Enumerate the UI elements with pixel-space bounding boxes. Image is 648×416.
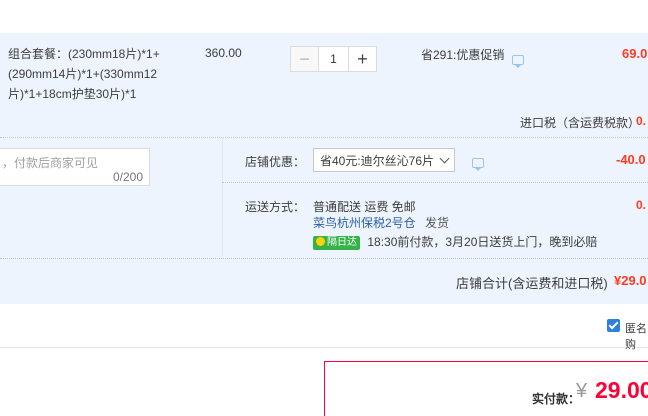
anonymous-checkbox[interactable] [607,319,620,332]
discount-value: -40.0 [616,152,646,167]
item-subtotal: 69.0 [622,46,648,61]
payment-summary: 实付款： ¥ 29.00 [324,361,648,416]
anonymous-divider [0,347,648,348]
promo-info: 省291:优惠促销 [421,46,525,68]
discount-select[interactable]: 省40元:迪尔丝沁76片 [313,148,455,172]
warehouse-name: 菜鸟杭州保税2号仓 [313,216,416,230]
warehouse-suffix: 发货 [425,216,450,230]
message-to-seller-input[interactable]: ，付款后商家可见 0/200 [0,148,150,186]
warehouse-info: 菜鸟杭州保税2号仓 发货 [313,214,449,231]
shop-total-divider [0,258,648,259]
promo-text: 省291:优惠促销 [421,48,505,62]
quantity-stepper[interactable]: − + [290,46,377,72]
anonymous-label: 匿名购 [625,323,647,351]
lightning-icon [316,236,325,246]
shop-total-value: ¥29.0 [614,273,647,288]
payment-label: 实付款： [532,392,581,406]
delivery-note: 18:30前付款，3月20日送货上门，晚到必赔 [367,235,598,249]
shop-column-divider [222,138,223,258]
discount-label: 店铺优惠： [245,155,306,169]
chevron-down-icon [439,153,450,164]
import-tax-value: 0. [636,114,647,128]
payment-currency: ¥ [576,380,588,402]
shipping-value: 0. [636,198,647,212]
import-tax-label: 进口税（含运费税款） [520,116,641,130]
item-spec: 组合套餐：(230mm18片)*1+(290mm14片)*1+(330mm12片… [8,47,160,101]
item-unit-price: 360.00 [205,46,242,60]
shop-total-label: 店铺合计(含运费和进口税) [456,276,608,291]
shipping-label: 运送方式： [245,200,306,214]
badge-text: 隔日达 [327,236,357,248]
discount-selected-value: 省40元:迪尔丝沁76片 [320,153,435,168]
increase-quantity-button[interactable]: + [349,47,376,71]
message-placeholder: ，付款后商家可见 [2,156,99,170]
message-count: 0/200 [112,170,143,184]
payment-amount: 29.00 [595,377,648,403]
decrease-quantity-button[interactable]: − [291,47,318,71]
chat-icon[interactable] [512,54,525,68]
quantity-input[interactable] [318,47,349,71]
next-day-badge: 隔日达 [313,235,360,250]
shipping-method: 普通配送 运费 免邮 [313,200,416,214]
discount-divider [222,182,648,183]
chat-icon[interactable] [472,157,484,171]
delivery-info: 隔日达 18:30前付款，3月20日送货上门，晚到必赔 [313,233,597,250]
